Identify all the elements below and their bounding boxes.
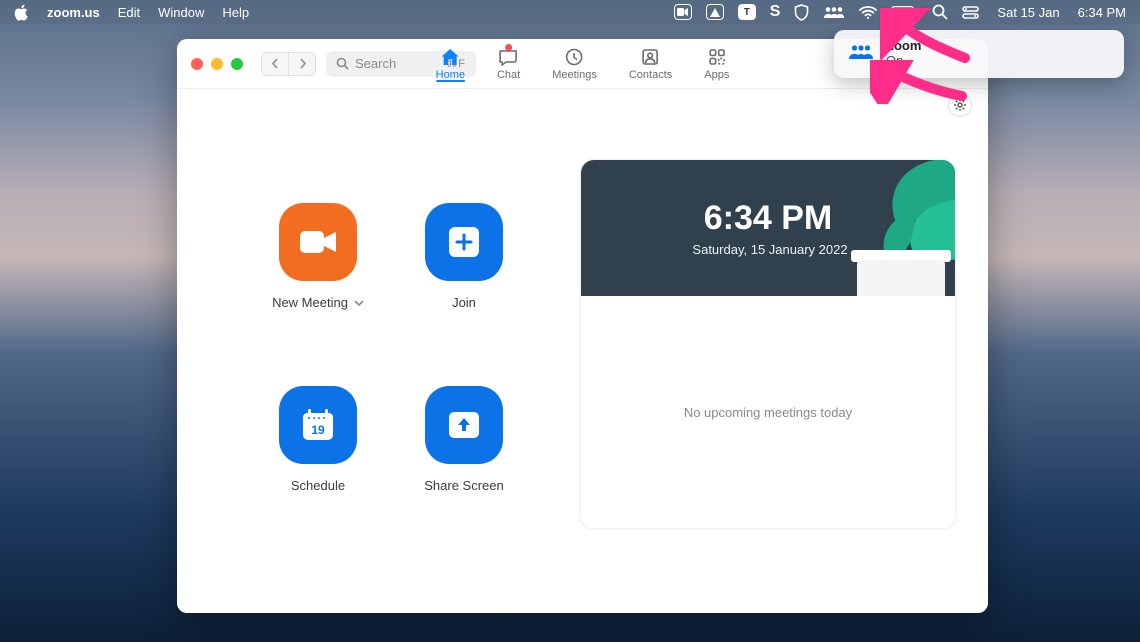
search-icon [336, 57, 349, 70]
join-label: Join [452, 295, 476, 310]
zoom-camera-menubar-icon[interactable] [674, 4, 692, 20]
apple-logo-icon[interactable] [14, 4, 29, 21]
control-center-icon[interactable] [962, 6, 979, 19]
menubar-item-window[interactable]: Window [158, 5, 204, 20]
window-content: New Meeting Join 19 Sch [177, 89, 988, 561]
share-arrow-icon [446, 409, 482, 441]
close-window-button[interactable] [191, 58, 203, 70]
zoom-status-popover[interactable]: Zoom On [834, 30, 1124, 78]
svg-text:19: 19 [311, 423, 325, 437]
battery-icon[interactable] [891, 6, 918, 19]
chat-unread-badge [505, 44, 512, 51]
time-banner: 6:34 PM Saturday, 15 January 2022 [581, 160, 955, 296]
share-screen-tile [425, 386, 503, 464]
plant-pot [857, 260, 945, 296]
video-camera-icon [298, 227, 338, 257]
people-menubar-icon[interactable] [823, 6, 845, 19]
no-meetings-text: No upcoming meetings today [581, 296, 955, 528]
menubar-item-edit[interactable]: Edit [118, 5, 140, 20]
home-icon [440, 47, 460, 67]
desktop: zoom.us Edit Window Help T S [0, 0, 1140, 642]
people-icon [848, 44, 874, 65]
tab-chat[interactable]: Chat [497, 45, 520, 81]
chevron-down-icon[interactable] [354, 295, 364, 310]
action-grid: New Meeting Join 19 Sch [209, 159, 529, 529]
popover-state: On [886, 54, 921, 69]
share-screen-action[interactable]: Share Screen [399, 386, 529, 529]
nav-forward-button[interactable] [288, 52, 316, 76]
nav-back-button[interactable] [261, 52, 289, 76]
schedule-action[interactable]: 19 Schedule [253, 386, 383, 529]
new-meeting-tile [279, 203, 357, 281]
join-tile [425, 203, 503, 281]
menubar-time[interactable]: 6:34 PM [1078, 5, 1126, 20]
schedule-tile: 19 [279, 386, 357, 464]
macos-menubar: zoom.us Edit Window Help T S [0, 0, 1140, 24]
spotlight-search-icon[interactable] [932, 4, 948, 20]
shield-menubar-icon[interactable] [794, 4, 809, 21]
schedule-label: Schedule [291, 478, 345, 493]
share-screen-label: Share Screen [424, 478, 504, 493]
gear-icon [953, 98, 967, 112]
tab-apps[interactable]: Apps [704, 45, 729, 81]
plus-icon [447, 225, 481, 259]
window-traffic-lights [191, 58, 243, 70]
new-meeting-action[interactable]: New Meeting [253, 203, 383, 346]
letter-s-menubar-icon[interactable]: S [770, 3, 781, 21]
main-tabs: Home Chat Meetings [436, 45, 730, 81]
settings-button[interactable] [948, 93, 972, 117]
fullscreen-window-button[interactable] [231, 58, 243, 70]
new-meeting-label: New Meeting [272, 295, 348, 310]
join-action[interactable]: Join [399, 203, 529, 346]
zoom-main-window: Search ⌘F Home Chat [177, 39, 988, 613]
tab-meetings[interactable]: Meetings [552, 45, 597, 81]
banner-time: 6:34 PM [704, 199, 833, 238]
search-placeholder: Search [355, 56, 396, 71]
menubar-date[interactable]: Sat 15 Jan [997, 5, 1059, 20]
clock-icon [566, 47, 584, 67]
triangle-menubar-icon[interactable] [706, 4, 724, 20]
tab-contacts[interactable]: Contacts [629, 45, 672, 81]
apps-icon [708, 47, 726, 67]
upcoming-panel: 6:34 PM Saturday, 15 January 2022 No upc… [580, 159, 956, 529]
calendar-icon: 19 [300, 407, 336, 443]
wifi-icon[interactable] [859, 6, 877, 19]
menubar-item-help[interactable]: Help [222, 5, 249, 20]
letter-t-menubar-icon[interactable]: T [738, 4, 756, 20]
tab-home[interactable]: Home [436, 45, 465, 81]
minimize-window-button[interactable] [211, 58, 223, 70]
menubar-app-name[interactable]: zoom.us [47, 5, 100, 20]
contacts-icon [642, 47, 660, 67]
popover-name: Zoom [886, 39, 921, 54]
